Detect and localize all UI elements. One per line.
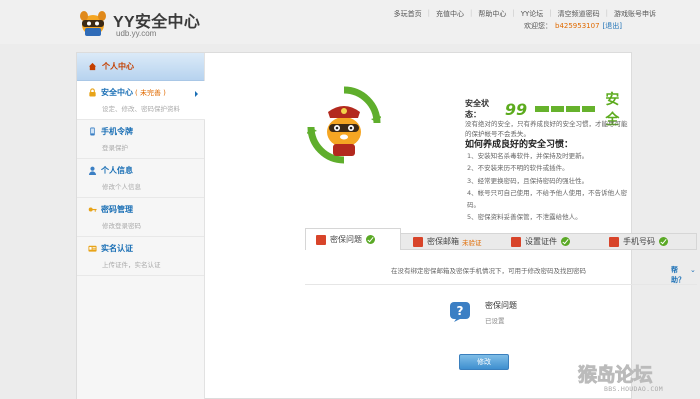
edit-button[interactable]: 修改 bbox=[459, 354, 509, 370]
security-level-bar bbox=[550, 106, 565, 112]
sidebar-item-personal-info[interactable]: 个人信息 修改个人信息 bbox=[77, 159, 204, 198]
tab-phone-number[interactable]: 手机号码 bbox=[599, 233, 695, 250]
security-tip: 没有绝对的安全，只有养成良好的安全习惯，才能尽可能的保护帐号不会丢失。 bbox=[465, 120, 628, 138]
logout-link[interactable]: [退出] bbox=[603, 22, 622, 30]
sidebar-item-description: 修改登录密码 bbox=[102, 222, 141, 230]
question-tab-icon bbox=[316, 234, 326, 245]
security-level-bar bbox=[566, 106, 580, 112]
unverified-badge: 未验证 bbox=[462, 238, 482, 247]
panel-notice: 在没有绑定密保邮箱及密保手机情况下，可用于修改密码及找回密码 bbox=[391, 267, 586, 275]
tab-id-document[interactable]: 设置证件 bbox=[501, 233, 597, 250]
nav-link-forum[interactable]: YY论坛 bbox=[521, 9, 544, 19]
sidebar: 个人中心 安全中心 ( 未完善 ) 设定、修改、密码保护资料 手机令牌 登录保护… bbox=[77, 53, 205, 399]
nav-link-help[interactable]: 帮助中心 bbox=[478, 9, 506, 19]
sidebar-item-description: 上传证件，实名认证 bbox=[102, 261, 161, 269]
top-nav: 多玩首页 | 充值中心 | 帮助中心 | YY论坛 | 清空频道密码 | 游戏账号申诉 bbox=[394, 9, 656, 19]
security-score: 99 bbox=[504, 99, 528, 119]
logo-subtitle: udb.yy.com bbox=[116, 29, 157, 38]
lock-icon bbox=[89, 88, 96, 97]
id-card-tab-icon bbox=[511, 236, 521, 247]
active-arrow-icon bbox=[195, 91, 198, 97]
security-mascot-icon bbox=[307, 86, 381, 164]
card-icon bbox=[88, 245, 97, 252]
tab-label: 密保问题 bbox=[330, 235, 362, 244]
check-icon bbox=[561, 237, 570, 246]
nav-link-duowan[interactable]: 多玩首页 bbox=[394, 9, 422, 19]
mascot-logo-icon bbox=[80, 11, 106, 36]
content-area: 安全状态： 99 安全 没有绝对的安全，只有养成良好的安全习惯，才能尽可能的保护… bbox=[209, 53, 697, 399]
nav-link-recharge[interactable]: 充值中心 bbox=[436, 9, 464, 19]
check-icon bbox=[366, 235, 375, 244]
security-question-title: 密保问题 bbox=[485, 301, 517, 310]
nav-separator: | bbox=[549, 9, 552, 17]
security-level-bar bbox=[535, 106, 549, 112]
sidebar-header-label: 个人中心 bbox=[102, 62, 134, 71]
nav-separator: | bbox=[512, 9, 515, 17]
watermark-logo: 猴岛论坛 bbox=[578, 364, 653, 387]
chevron-down-icon[interactable]: ⌄ bbox=[690, 266, 696, 274]
svg-text:?: ? bbox=[457, 304, 464, 318]
sidebar-item-real-name-auth[interactable]: 实名认证 上传证件，实名认证 bbox=[77, 237, 204, 276]
sidebar-header[interactable]: 个人中心 bbox=[77, 53, 204, 81]
sidebar-item-description: 设定、修改、密码保护资料 bbox=[102, 105, 180, 113]
check-icon bbox=[659, 237, 668, 246]
sidebar-item-label: 安全中心 bbox=[101, 88, 133, 97]
list-item: 4、帐号只可自己使用，不给予他人使用，不告诉他人密码。 bbox=[467, 188, 628, 210]
logo[interactable]: YY安全中心 udb.yy.com bbox=[78, 8, 202, 38]
habits-title: 如何养成良好的安全习惯： bbox=[465, 140, 574, 150]
security-level-bar bbox=[581, 106, 596, 112]
tab-security-email[interactable]: 密保邮箱 未验证 bbox=[403, 233, 499, 250]
welcome-bar: 欢迎您： b425953107 [退出] bbox=[524, 21, 622, 31]
key-icon bbox=[88, 207, 97, 212]
sidebar-item-label: 手机令牌 bbox=[101, 127, 133, 136]
sidebar-item-label: 实名认证 bbox=[101, 244, 133, 253]
phone-icon bbox=[90, 127, 95, 136]
nav-link-clear-channel-password[interactable]: 清空频道密码 bbox=[558, 9, 600, 19]
habits-list: 1、安装知名杀毒软件，并保持及时更新。 2、不安装来历不明的软件或插件。 3、经… bbox=[467, 150, 629, 224]
security-question-status: 已设置 bbox=[485, 317, 505, 325]
username[interactable]: b425953107 bbox=[555, 22, 600, 30]
sidebar-item-password-management[interactable]: 密码管理 修改登录密码 bbox=[77, 198, 204, 237]
tab-label: 手机号码 bbox=[623, 237, 655, 246]
sidebar-item-label: 个人信息 bbox=[101, 166, 133, 175]
protection-tabs: 密保问题 密保邮箱 未验证 设置证件 手机号码 bbox=[305, 228, 697, 250]
security-status-label: 安全状态： bbox=[465, 99, 489, 119]
phone-tab-icon bbox=[609, 236, 619, 247]
email-tab-icon bbox=[413, 236, 423, 247]
nav-link-game-appeal[interactable]: 游戏账号申诉 bbox=[614, 9, 656, 19]
nav-separator: | bbox=[470, 9, 473, 17]
security-question-icon: ? bbox=[450, 302, 470, 322]
sidebar-item-label: 密码管理 bbox=[101, 205, 133, 214]
sidebar-item-description: 修改个人信息 bbox=[102, 183, 141, 191]
list-item: 2、不安装来历不明的软件或插件。 bbox=[467, 164, 569, 173]
home-icon bbox=[88, 62, 97, 71]
tab-security-question[interactable]: 密保问题 bbox=[305, 228, 401, 250]
watermark: 猴岛论坛 BBS.HOUDAO.COM bbox=[578, 360, 700, 399]
main-panel: 个人中心 安全中心 ( 未完善 ) 设定、修改、密码保护资料 手机令牌 登录保护… bbox=[76, 52, 697, 399]
list-item: 1、安装知名杀毒软件，并保持及时更新。 bbox=[467, 152, 589, 160]
tab-label: 密保邮箱 bbox=[427, 237, 459, 246]
list-item: 5、密保资料妥善保管，不泄露给他人。 bbox=[467, 213, 582, 222]
help-link[interactable]: 帮助？ bbox=[671, 265, 685, 285]
nav-separator: | bbox=[427, 9, 430, 17]
tab-label: 设置证件 bbox=[525, 237, 557, 246]
sidebar-item-security-center[interactable]: 安全中心 ( 未完善 ) 设定、修改、密码保护资料 bbox=[77, 81, 205, 120]
incomplete-badge: ( 未完善 ) bbox=[135, 88, 166, 97]
header: YY安全中心 udb.yy.com 多玩首页 | 充值中心 | 帮助中心 | YY论坛… bbox=[0, 0, 700, 44]
welcome-label: 欢迎您： bbox=[524, 22, 552, 30]
watermark-url: BBS.HOUDAO.COM bbox=[604, 385, 663, 393]
nav-separator: | bbox=[605, 9, 608, 17]
list-item: 3、经常更换密码，且保持密码的强壮性。 bbox=[467, 176, 589, 185]
sidebar-item-phone-token[interactable]: 手机令牌 登录保护 bbox=[77, 120, 204, 159]
sidebar-item-description: 登录保护 bbox=[102, 144, 128, 152]
user-icon bbox=[88, 166, 97, 175]
divider bbox=[305, 284, 697, 285]
